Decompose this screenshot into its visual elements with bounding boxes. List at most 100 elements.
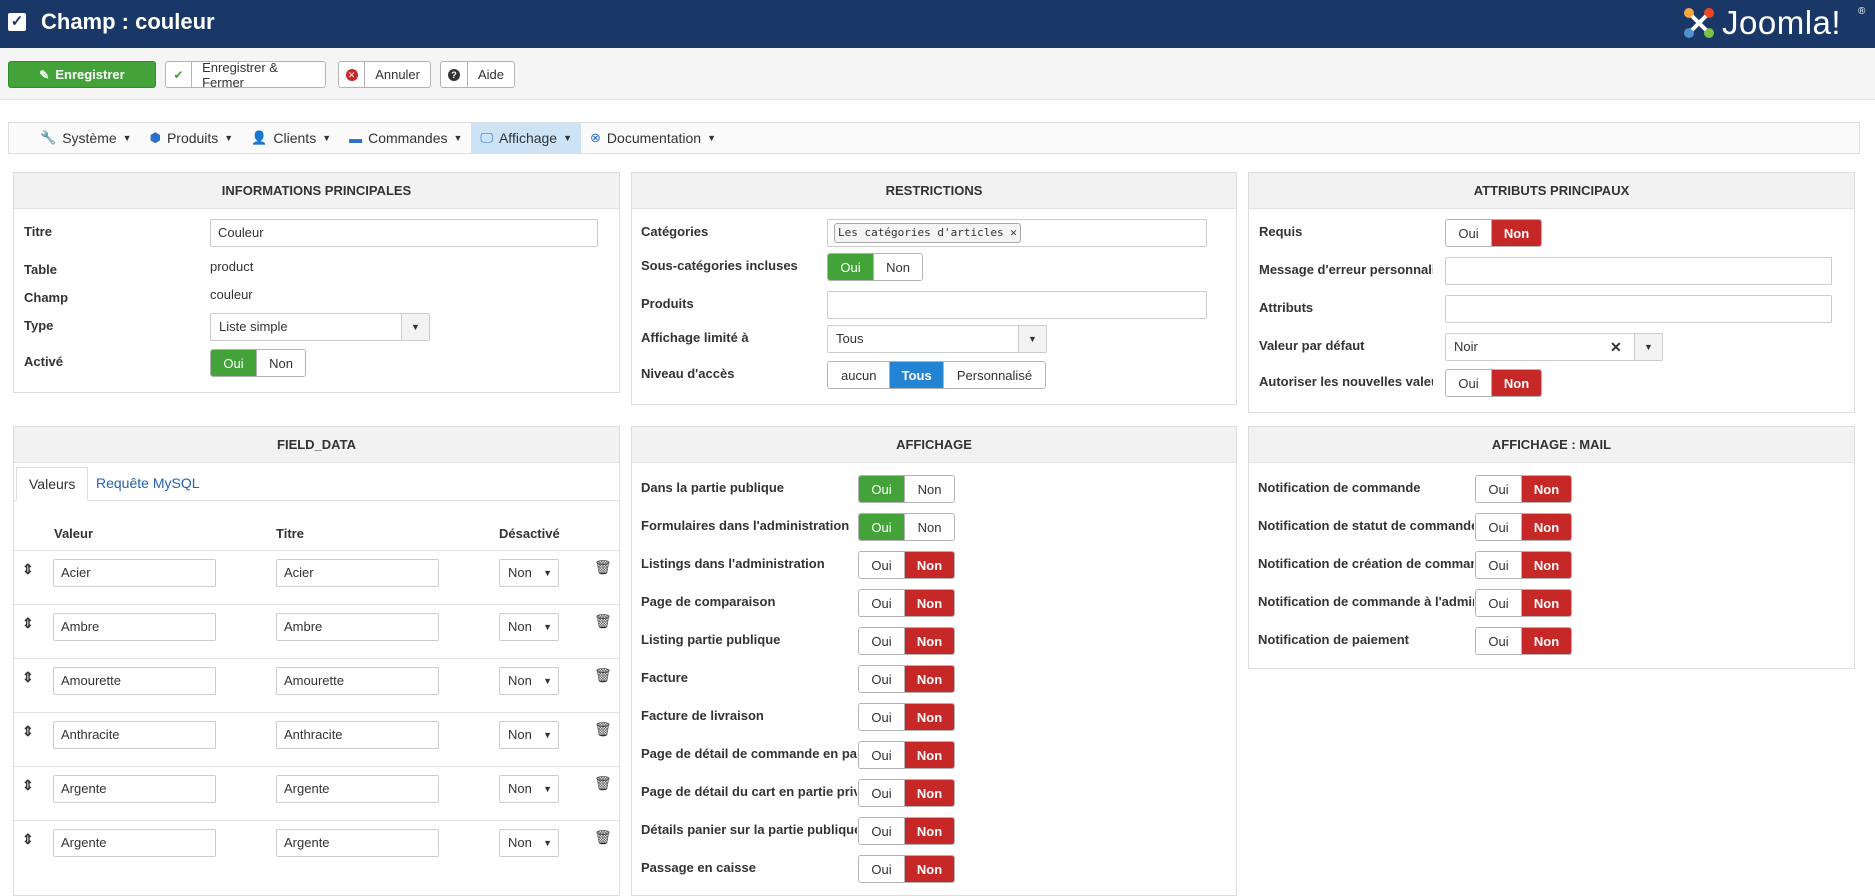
title-input[interactable]: Acier	[276, 559, 439, 587]
option-toggle[interactable]: Oui Non	[858, 855, 955, 883]
option-toggle[interactable]: Oui Non	[858, 817, 955, 845]
remove-tag-icon[interactable]: ✕	[1010, 226, 1017, 239]
title-input[interactable]: Ambre	[276, 613, 439, 641]
access-option-custom[interactable]: Personnalisé	[942, 362, 1045, 388]
display-limit-select[interactable]: Tous ▼	[827, 325, 1047, 353]
value-input[interactable]: Argente	[53, 829, 216, 857]
access-level-toggle[interactable]: aucun Tous Personnalisé	[827, 361, 1046, 389]
toggle-no[interactable]: Non	[904, 628, 954, 654]
access-option-all[interactable]: Tous	[889, 362, 943, 388]
disabled-select[interactable]: Non ▼	[499, 559, 559, 587]
disabled-select[interactable]: Non ▼	[499, 613, 559, 641]
toggle-no[interactable]: Non	[904, 856, 954, 882]
title-input[interactable]: Amourette	[276, 667, 439, 695]
toggle-yes[interactable]: Oui	[1446, 370, 1492, 396]
toggle-no[interactable]: Non	[904, 476, 954, 502]
drag-handle-icon[interactable]: ⇕	[22, 669, 34, 686]
drag-handle-icon[interactable]: ⇕	[22, 615, 34, 632]
toggle-no[interactable]: Non	[904, 818, 954, 844]
option-toggle[interactable]: Oui Non	[858, 779, 955, 807]
toggle-yes[interactable]: Oui	[859, 856, 905, 882]
toggle-no[interactable]: Non	[904, 704, 954, 730]
toggle-yes[interactable]: Oui	[859, 552, 905, 578]
default-value-select[interactable]: Noir ✕ ▼	[1445, 333, 1663, 361]
drag-handle-icon[interactable]: ⇕	[22, 831, 34, 848]
products-input[interactable]	[827, 291, 1207, 319]
access-option-none[interactable]: aucun	[828, 362, 890, 388]
toggle-yes[interactable]: Oui	[859, 666, 905, 692]
trash-icon[interactable]: 🗑	[594, 559, 612, 576]
menu-item-documentation[interactable]: ⊗ Documentation ▼	[581, 123, 725, 153]
toggle-no[interactable]: Non	[256, 350, 305, 376]
toggle-yes[interactable]: Oui	[211, 350, 257, 376]
toggle-yes[interactable]: Oui	[859, 818, 905, 844]
option-toggle[interactable]: Oui Non	[858, 627, 955, 655]
active-toggle[interactable]: Oui Non	[210, 349, 306, 377]
option-toggle[interactable]: Oui Non	[1475, 513, 1572, 541]
tab-mysql[interactable]: Requête MySQL	[84, 467, 212, 501]
allow-new-values-toggle[interactable]: Oui Non	[1445, 369, 1542, 397]
toggle-no[interactable]: Non	[904, 742, 954, 768]
toggle-yes[interactable]: Oui	[859, 742, 905, 768]
clear-icon[interactable]: ✕	[1610, 339, 1622, 356]
toggle-yes[interactable]: Oui	[1446, 220, 1492, 246]
option-toggle[interactable]: Oui Non	[858, 741, 955, 769]
categories-input[interactable]: Les catégories d'articles ✕	[827, 219, 1207, 247]
subcategories-toggle[interactable]: Oui Non	[827, 253, 923, 281]
toggle-yes[interactable]: Oui	[1476, 514, 1522, 540]
value-input[interactable]: Argente	[53, 775, 216, 803]
toggle-no[interactable]: Non	[1491, 220, 1541, 246]
title-input[interactable]: Argente	[276, 829, 439, 857]
toggle-yes[interactable]: Oui	[1476, 476, 1522, 502]
toggle-yes[interactable]: Oui	[828, 254, 874, 280]
toggle-no[interactable]: Non	[904, 666, 954, 692]
value-input[interactable]: Anthracite	[53, 721, 216, 749]
trash-icon[interactable]: 🗑	[594, 667, 612, 684]
toggle-yes[interactable]: Oui	[859, 704, 905, 730]
toggle-no[interactable]: Non	[904, 590, 954, 616]
option-toggle[interactable]: Oui Non	[858, 665, 955, 693]
help-button[interactable]: ? Aide	[440, 61, 515, 88]
option-toggle[interactable]: Oui Non	[858, 551, 955, 579]
toggle-no[interactable]: Non	[1521, 590, 1571, 616]
type-select[interactable]: Liste simple ▼	[210, 313, 430, 341]
option-toggle[interactable]: Oui Non	[858, 589, 955, 617]
toggle-yes[interactable]: Oui	[859, 514, 905, 540]
disabled-select[interactable]: Non ▼	[499, 721, 559, 749]
save-button[interactable]: ✎ Enregistrer	[8, 61, 156, 88]
toggle-no[interactable]: Non	[1521, 628, 1571, 654]
trash-icon[interactable]: 🗑	[594, 829, 612, 846]
drag-handle-icon[interactable]: ⇕	[22, 561, 34, 578]
toggle-yes[interactable]: Oui	[1476, 552, 1522, 578]
toggle-yes[interactable]: Oui	[859, 476, 905, 502]
disabled-select[interactable]: Non ▼	[499, 775, 559, 803]
menu-item-commandes[interactable]: ▬ Commandes ▼	[340, 123, 471, 153]
title-input[interactable]: Anthracite	[276, 721, 439, 749]
toggle-yes[interactable]: Oui	[1476, 590, 1522, 616]
toggle-no[interactable]: Non	[904, 514, 954, 540]
disabled-select[interactable]: Non ▼	[499, 829, 559, 857]
tab-values[interactable]: Valeurs	[16, 467, 89, 501]
toggle-no[interactable]: Non	[904, 780, 954, 806]
disabled-select[interactable]: Non ▼	[499, 667, 559, 695]
trash-icon[interactable]: 🗑	[594, 775, 612, 792]
cancel-button[interactable]: ✕ Annuler	[338, 61, 431, 88]
option-toggle[interactable]: Oui Non	[1475, 551, 1572, 579]
option-toggle[interactable]: Oui Non	[858, 703, 955, 731]
toggle-yes[interactable]: Oui	[859, 590, 905, 616]
toggle-no[interactable]: Non	[1521, 476, 1571, 502]
save-close-button[interactable]: ✔ Enregistrer & Fermer	[165, 60, 326, 90]
menu-item-clients[interactable]: 👤 Clients ▼	[242, 123, 340, 153]
toggle-no[interactable]: Non	[873, 254, 922, 280]
title-input[interactable]: Couleur	[210, 219, 598, 247]
required-toggle[interactable]: Oui Non	[1445, 219, 1542, 247]
drag-handle-icon[interactable]: ⇕	[22, 777, 34, 794]
error-message-input[interactable]	[1445, 257, 1832, 285]
option-toggle[interactable]: Oui Non	[858, 513, 955, 541]
trash-icon[interactable]: 🗑	[594, 721, 612, 738]
toggle-no[interactable]: Non	[1521, 552, 1571, 578]
title-input[interactable]: Argente	[276, 775, 439, 803]
drag-handle-icon[interactable]: ⇕	[22, 723, 34, 740]
option-toggle[interactable]: Oui Non	[1475, 627, 1572, 655]
value-input[interactable]: Amourette	[53, 667, 216, 695]
